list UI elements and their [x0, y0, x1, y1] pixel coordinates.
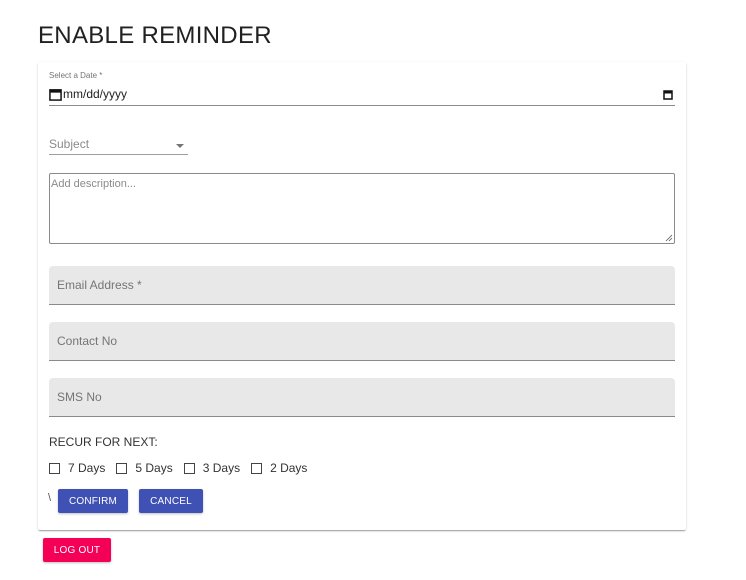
calendar-icon[interactable]	[49, 88, 62, 101]
subject-label: Subject	[49, 137, 90, 151]
date-field-label: Select a Date *	[49, 71, 103, 80]
checkbox[interactable]	[49, 462, 60, 474]
stray-backslash-text: \	[48, 492, 52, 504]
contact-field[interactable]: Contact No	[49, 322, 675, 361]
email-label: Email Address *	[57, 278, 142, 292]
description-placeholder: Add description...	[51, 178, 136, 190]
recur-option-label: 7 Days	[68, 461, 106, 475]
checkbox[interactable]	[116, 462, 128, 474]
recur-option-5-days[interactable]: 5 Days	[116, 461, 173, 475]
page-title: ENABLE REMINDER	[38, 22, 272, 49]
recur-options: 7 Days 5 Days 3 Days 2 Days	[49, 460, 318, 476]
recur-option-label: 3 Days	[202, 461, 241, 475]
checkbox[interactable]	[183, 462, 195, 474]
date-input[interactable]: mm/dd/yyyy	[49, 87, 675, 106]
recur-option-label: 2 Days	[270, 461, 308, 475]
recur-option-3-days[interactable]: 3 Days	[183, 461, 241, 475]
recur-option-2-days[interactable]: 2 Days	[251, 461, 307, 475]
confirm-button[interactable]: CONFIRM	[58, 489, 128, 513]
email-field[interactable]: Email Address *	[49, 266, 675, 305]
cancel-button[interactable]: CANCEL	[139, 489, 203, 513]
sms-field[interactable]: SMS No	[49, 378, 675, 417]
date-placeholder: mm/dd/yyyy	[63, 87, 128, 101]
recur-option-7-days[interactable]: 7 Days	[49, 461, 105, 475]
recur-label: RECUR FOR NEXT:	[49, 435, 158, 449]
checkbox[interactable]	[251, 462, 263, 474]
calendar-picker-icon[interactable]	[663, 90, 673, 100]
sms-label: SMS No	[57, 390, 102, 404]
description-textarea[interactable]: Add description...	[49, 173, 675, 244]
arrow-drop-down-icon	[176, 144, 184, 148]
resize-handle-icon[interactable]	[665, 234, 673, 242]
recur-option-label: 5 Days	[135, 461, 173, 475]
subject-select[interactable]: Subject	[49, 136, 188, 155]
contact-label: Contact No	[57, 334, 118, 348]
logout-button[interactable]: LOG OUT	[43, 538, 111, 562]
